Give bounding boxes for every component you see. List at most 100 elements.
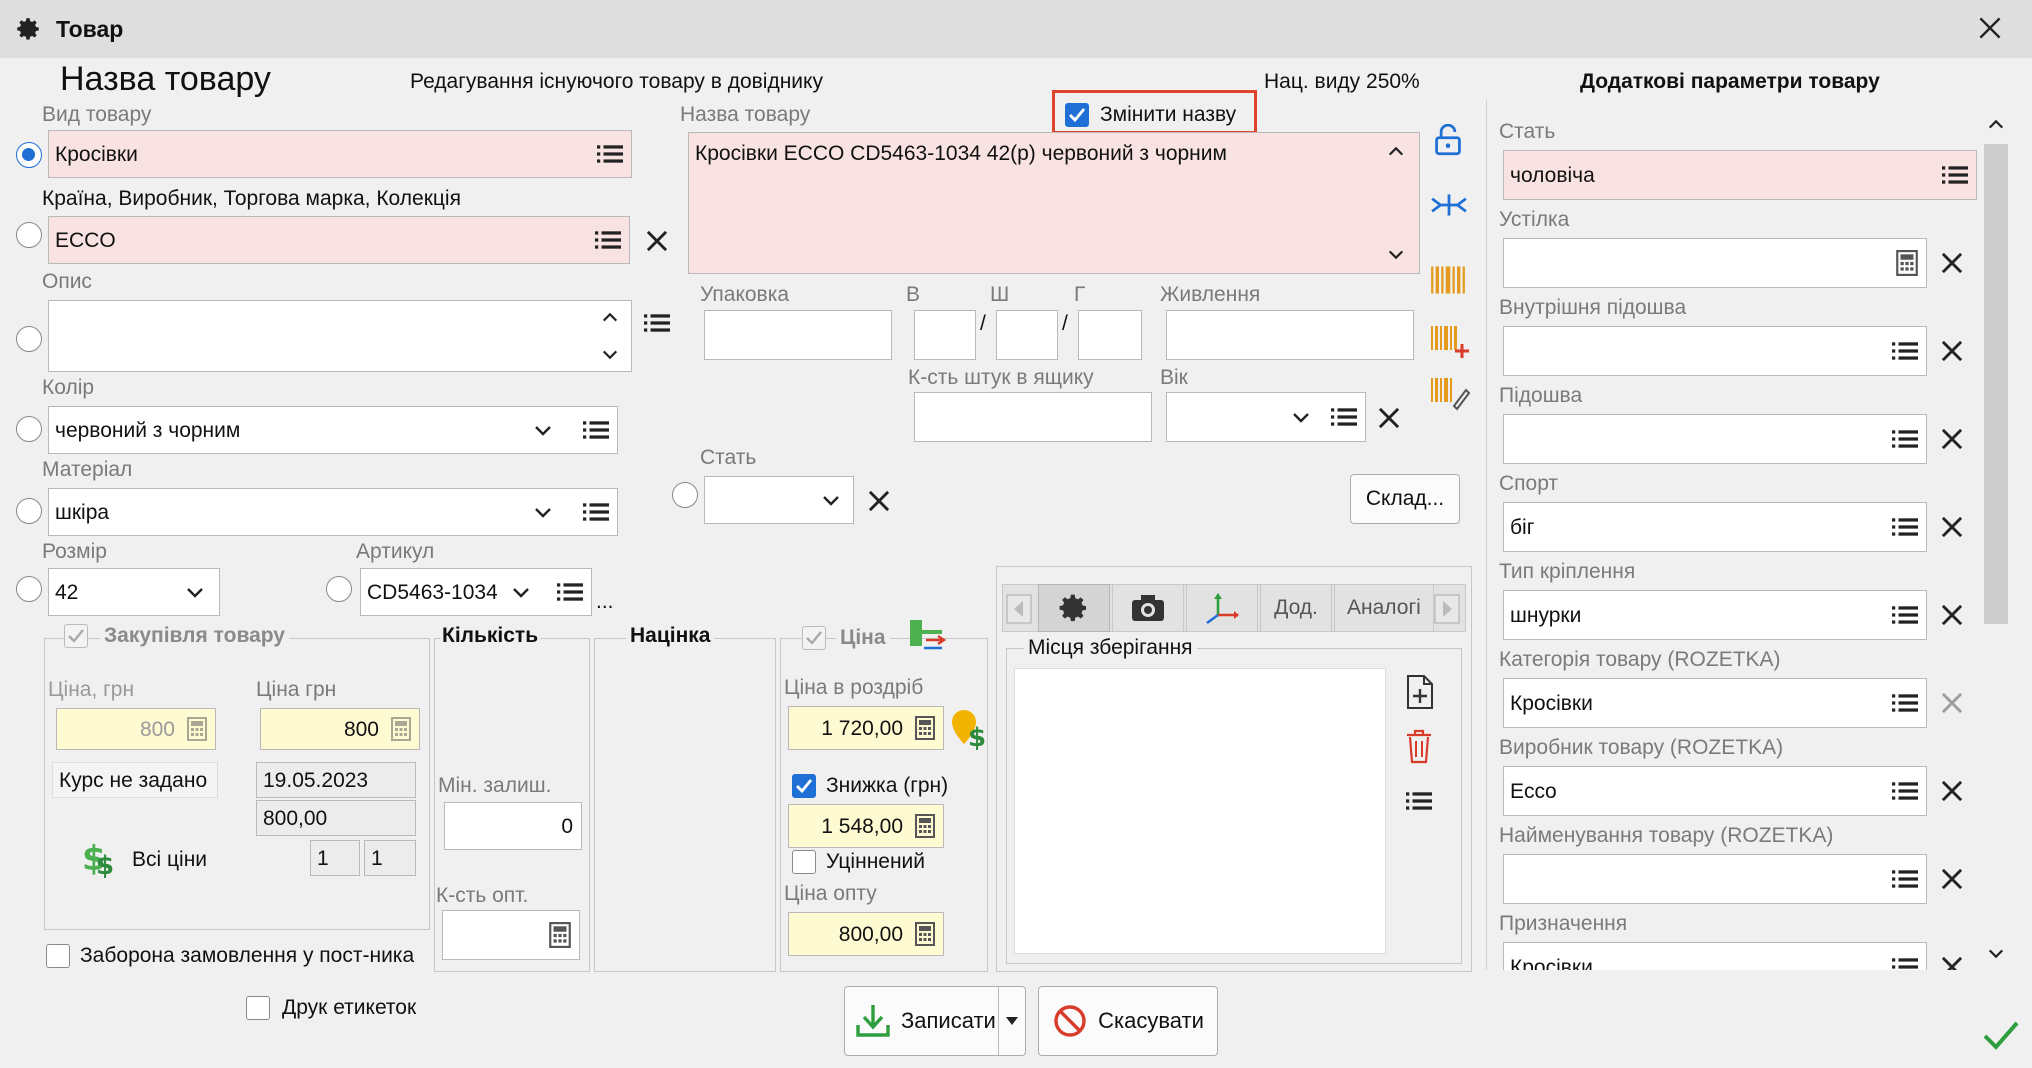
barcode-add-icon[interactable] [1430,324,1470,360]
dollar-icon[interactable]: $$ [82,838,122,878]
purchase-price-input[interactable]: 800 [56,708,216,750]
scroll-down-icon[interactable] [601,349,619,361]
tab-analog[interactable]: Аналогі [1334,584,1434,632]
material-radio[interactable] [16,498,42,524]
list-icon[interactable] [1406,790,1432,812]
clear-param-icon[interactable] [1939,602,1965,628]
scroll-down-icon[interactable] [1987,948,2005,960]
list-icon[interactable] [583,501,609,523]
extra-scrollbar[interactable] [1980,110,2012,970]
no-order-checkbox[interactable] [46,944,70,968]
storage-list[interactable] [1014,668,1386,954]
purchase-checkbox[interactable] [64,624,88,648]
extra-param-field[interactable] [1503,414,1927,464]
list-icon[interactable] [1892,956,1918,970]
chevron-down-icon[interactable] [821,495,841,507]
tab-scroll-right-icon[interactable] [1434,594,1460,624]
rename-checkbox[interactable] [1065,103,1089,127]
wholesale-qty-input[interactable] [442,910,580,960]
clear-param-icon[interactable] [1939,954,1965,970]
calculator-icon[interactable] [915,716,935,740]
name-textarea[interactable]: Кросівки ECCO CD5463-1034 42(р) червоний… [688,132,1420,274]
all-prices-button[interactable]: Всі ціни [132,848,207,872]
merge-icon[interactable] [1430,190,1468,220]
clear-age-icon[interactable] [1376,405,1402,431]
width-input[interactable] [996,310,1058,360]
trash-icon[interactable] [1404,728,1434,764]
clear-param-icon[interactable] [1939,250,1965,276]
list-icon[interactable] [1892,604,1918,626]
tab-scroll-left-icon[interactable] [1006,594,1032,624]
scroll-up-icon[interactable] [601,311,619,323]
size-select[interactable]: 42 [48,568,220,616]
add-file-icon[interactable] [1404,674,1436,710]
list-icon[interactable] [1331,406,1357,428]
lock-open-icon[interactable] [1434,124,1462,156]
list-icon[interactable] [1892,516,1918,538]
min-input[interactable]: 0 [444,802,582,850]
calculator-icon[interactable] [549,922,571,948]
clear-param-icon[interactable] [1939,778,1965,804]
brand-field[interactable]: ECCO [48,216,630,264]
list-icon[interactable] [1892,428,1918,450]
chevron-down-icon[interactable] [1291,412,1311,424]
material-select[interactable]: шкіра [48,488,618,536]
barcode-edit-icon[interactable] [1430,376,1470,412]
extra-param-field[interactable]: Ecco [1503,766,1927,816]
list-icon[interactable] [597,143,623,165]
scroll-up-icon[interactable] [1987,118,2005,130]
print-labels-checkbox[interactable] [246,996,270,1020]
discount-checkbox[interactable] [792,774,816,798]
scroll-down-icon[interactable] [1387,249,1405,261]
calculator-icon[interactable] [187,717,207,741]
chevron-down-icon[interactable] [511,587,531,599]
color-radio[interactable] [16,416,42,442]
discounted-checkbox[interactable] [792,850,816,874]
calculator-icon[interactable] [915,814,935,838]
color-select[interactable]: червоний з чорним [48,406,618,454]
chevron-down-icon[interactable] [185,587,205,599]
clear-brand-icon[interactable] [644,228,670,254]
purchase-price2-input[interactable]: 800 [260,708,420,750]
extra-param-field[interactable]: чоловіча [1503,150,1977,200]
list-icon[interactable] [644,312,670,334]
gender-radio[interactable] [672,482,698,508]
price-list-icon[interactable] [908,616,948,652]
chevron-down-icon[interactable] [533,507,553,519]
list-icon[interactable] [595,229,621,251]
retail-input[interactable]: 1 720,00 [788,706,944,750]
wholesale-input[interactable]: 800,00 [788,912,944,956]
list-icon[interactable] [1892,692,1918,714]
save-dropdown[interactable] [998,987,1025,1055]
clear-param-icon[interactable] [1939,866,1965,892]
calculator-icon[interactable] [1896,250,1918,276]
power-input[interactable] [1166,310,1414,360]
scroll-up-icon[interactable] [1387,145,1405,157]
clear-param-icon[interactable] [1939,690,1965,716]
list-icon[interactable] [1892,868,1918,890]
list-icon[interactable] [557,581,583,603]
barcode-icon[interactable] [1430,264,1466,296]
size-radio[interactable] [16,576,42,602]
kind-field[interactable]: Кросівки [48,130,632,178]
height-input[interactable] [914,310,976,360]
tab-dimensions[interactable] [1186,584,1258,632]
kind-radio[interactable] [16,142,42,168]
list-icon[interactable] [1942,164,1968,186]
extra-param-field[interactable]: біг [1503,502,1927,552]
package-input[interactable] [704,310,892,360]
clear-gender-icon[interactable] [866,488,892,514]
chevron-down-icon[interactable] [533,425,553,437]
calculator-icon[interactable] [915,922,935,946]
tab-photo[interactable] [1112,584,1184,632]
discount-input[interactable]: 1 548,00 [788,804,944,848]
extra-param-field[interactable] [1503,238,1927,288]
warehouse-button[interactable]: Склад... [1350,474,1460,524]
calculator-icon[interactable] [391,717,411,741]
article-select[interactable]: CD5463-1034 [360,568,592,616]
extra-param-field[interactable]: шнурки [1503,590,1927,640]
extra-param-field[interactable] [1503,326,1927,376]
price-tag-dollar-icon[interactable]: $ [950,706,990,750]
article-more-button[interactable]: ... [596,590,614,614]
extra-param-field[interactable]: Кросівки [1503,942,1927,970]
